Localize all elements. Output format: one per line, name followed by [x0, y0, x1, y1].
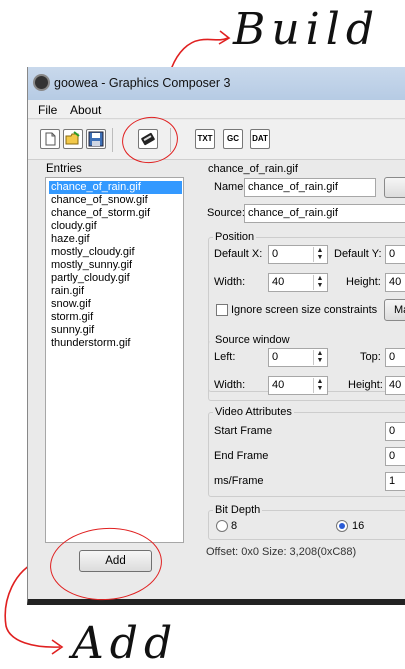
end-frame-label: End Frame	[214, 450, 269, 462]
build-annotation: Build	[233, 4, 380, 55]
list-item[interactable]: snow.gif	[49, 298, 93, 311]
spinner-arrows-icon[interactable]: ▲ ▼	[313, 275, 326, 290]
sw-width-input[interactable]: 40 ▲ ▼	[268, 376, 328, 395]
add-annotation: Add	[72, 618, 179, 669]
list-item[interactable]: haze.gif	[49, 233, 92, 246]
export-dat-icon[interactable]: DAT	[250, 129, 270, 149]
left-label: Left:	[214, 351, 236, 363]
menu-file[interactable]: File	[38, 103, 57, 117]
list-item[interactable]: chance_of_snow.gif	[49, 194, 150, 207]
bit-depth-8-label: 8	[231, 520, 238, 532]
detail-heading: chance_of_rain.gif	[208, 163, 298, 175]
sw-height-label: Height:	[348, 379, 383, 391]
default-y-value: 0	[389, 248, 396, 260]
source-window-title: Source window	[213, 334, 292, 346]
export-gc-icon[interactable]: GC	[223, 129, 243, 149]
open-folder-icon[interactable]	[63, 129, 83, 149]
top-value: 0	[389, 351, 396, 363]
info-text: Offset: 0x0 Size: 3,208(0xC88)	[206, 546, 357, 558]
spinner-arrows-icon[interactable]: ▲ ▼	[313, 247, 326, 262]
ignore-constraints-label: Ignore screen size constraints	[231, 304, 378, 316]
height-label: Height:	[346, 276, 381, 288]
left-input[interactable]: 0 ▲ ▼	[268, 348, 328, 367]
entries-list[interactable]: chance_of_rain.gif chance_of_snow.gif chan…	[45, 177, 184, 543]
sw-width-value: 40	[272, 379, 285, 391]
list-item[interactable]: mostly_cloudy.gif	[49, 246, 137, 259]
spinner-arrows-icon[interactable]: ▲ ▼	[313, 378, 326, 393]
ma-button-label: Ma	[394, 304, 405, 316]
toolbar: TXT GC DAT	[28, 120, 405, 160]
ms-frame-value: 1	[389, 475, 396, 487]
new-file-icon[interactable]	[40, 129, 60, 149]
title-bar: goowea - Graphics Composer 3	[28, 67, 405, 100]
list-item[interactable]: chance_of_rain.gif	[49, 181, 182, 194]
entries-label: Entries	[46, 163, 82, 175]
list-item[interactable]: cloudy.gif	[49, 220, 99, 233]
default-x-label: Default X:	[214, 248, 263, 260]
list-item[interactable]: rain.gif	[49, 285, 86, 298]
ms-frame-label: ms/Frame	[214, 475, 264, 487]
top-input[interactable]: 0	[385, 348, 405, 367]
sw-width-label: Width:	[214, 379, 246, 391]
height-input[interactable]: 40	[385, 273, 405, 292]
bit-depth-16-label: 16	[352, 520, 365, 532]
list-item[interactable]: mostly_sunny.gif	[49, 259, 134, 272]
default-x-input[interactable]: 0 ▲ ▼	[268, 245, 328, 264]
start-frame-input[interactable]: 0	[385, 422, 405, 441]
export-txt-icon[interactable]: TXT	[195, 129, 215, 149]
window-title: goowea - Graphics Composer 3	[54, 76, 231, 90]
menu-about[interactable]: About	[70, 103, 101, 117]
width-value: 40	[272, 276, 285, 288]
list-item[interactable]: chance_of_storm.gif	[49, 207, 152, 220]
bit-depth-title: Bit Depth	[213, 504, 263, 516]
end-frame-input[interactable]: 0	[385, 447, 405, 466]
name-field[interactable]: chance_of_rain.gif	[244, 178, 376, 197]
default-y-input[interactable]: 0	[385, 245, 405, 264]
save-icon[interactable]	[86, 129, 106, 149]
ignore-constraints-checkbox[interactable]	[216, 304, 228, 316]
name-side-button[interactable]	[384, 177, 405, 198]
ma-button[interactable]: Ma	[384, 299, 405, 321]
ms-frame-input[interactable]: 1	[385, 472, 405, 491]
name-label: Name:	[214, 181, 247, 193]
default-x-value: 0	[272, 248, 279, 260]
default-y-label: Default Y:	[334, 248, 382, 260]
menu-bar: File About	[28, 100, 405, 119]
list-item[interactable]: thunderstorm.gif	[49, 337, 132, 350]
sw-height-value: 40	[389, 379, 402, 391]
width-input[interactable]: 40 ▲ ▼	[268, 273, 328, 292]
bit-depth-8-radio[interactable]	[216, 520, 228, 532]
start-frame-label: Start Frame	[214, 425, 273, 437]
app-window: goowea - Graphics Composer 3 File About …	[27, 67, 405, 605]
toolbar-separator	[112, 128, 113, 152]
height-value: 40	[389, 276, 402, 288]
end-frame-value: 0	[389, 450, 396, 462]
position-title: Position	[213, 231, 257, 243]
top-label: Top:	[360, 351, 381, 363]
list-item[interactable]: sunny.gif	[49, 324, 96, 337]
left-value: 0	[272, 351, 279, 363]
source-label: Source:	[207, 207, 245, 219]
sw-height-input[interactable]: 40	[385, 376, 405, 395]
bit-depth-16-radio[interactable]	[336, 520, 348, 532]
spinner-arrows-icon[interactable]: ▲ ▼	[313, 350, 326, 365]
start-frame-value: 0	[389, 425, 396, 437]
list-item[interactable]: partly_cloudy.gif	[49, 272, 132, 285]
width-label: Width:	[214, 276, 246, 288]
list-item[interactable]: storm.gif	[49, 311, 95, 324]
app-icon	[33, 74, 50, 91]
source-field[interactable]: chance_of_rain.gif	[244, 204, 405, 223]
video-title: Video Attributes	[213, 406, 294, 418]
